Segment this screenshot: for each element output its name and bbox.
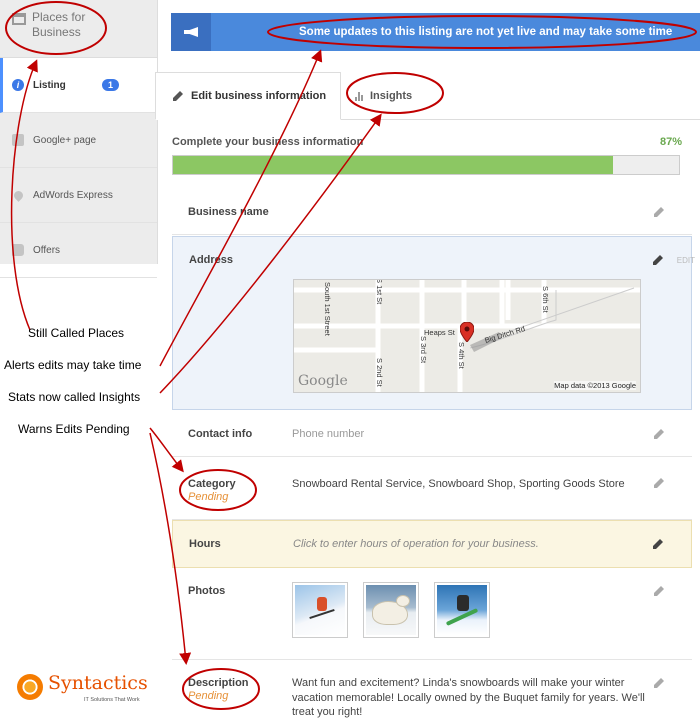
annotation-still-called-places: Still Called Places bbox=[28, 326, 125, 340]
sidebar-item-label: Offers bbox=[33, 244, 61, 256]
address-label: Address bbox=[189, 254, 234, 266]
pending-status: Pending bbox=[188, 690, 229, 702]
map-copyright: Map data ©2013 Google bbox=[554, 381, 636, 390]
pending-status: Pending bbox=[188, 491, 229, 503]
sidebar-item-label: AdWords Express bbox=[33, 189, 113, 201]
category-value: Snowboard Rental Service, Snowboard Shop… bbox=[292, 478, 625, 490]
brand-tagline: IT Solutions That Work bbox=[84, 697, 140, 703]
street-label: S 3rd St bbox=[419, 336, 428, 364]
sidebar: Places for Business i Listing 1 Google+ … bbox=[0, 0, 158, 278]
description-value: Want fun and excitement? Linda's snowboa… bbox=[292, 677, 645, 718]
sidebar-item-offers[interactable]: Offers bbox=[0, 223, 157, 278]
edit-pencil-icon[interactable] bbox=[654, 207, 664, 217]
photo-thumbnail-polar-bear[interactable] bbox=[363, 582, 419, 638]
sidebar-title: Places for Business bbox=[32, 10, 86, 39]
tab-edit-business-information[interactable]: Edit business information bbox=[155, 72, 341, 120]
google-plus-icon bbox=[12, 134, 24, 146]
photos-row[interactable]: Photos bbox=[172, 568, 692, 660]
hours-row[interactable]: Hours Click to enter hours of operation … bbox=[172, 520, 692, 568]
progress-bar bbox=[172, 155, 680, 175]
business-name-row[interactable]: Business name bbox=[172, 190, 692, 235]
edit-pencil-icon[interactable] bbox=[653, 255, 663, 265]
street-label: S 1st St bbox=[375, 279, 384, 305]
sidebar-item-adwords-express[interactable]: AdWords Express bbox=[0, 168, 157, 223]
category-row[interactable]: Category Pending Snowboard Rental Servic… bbox=[172, 458, 692, 520]
megaphone-icon bbox=[184, 27, 198, 37]
sidebar-item-google-plus-page[interactable]: Google+ page bbox=[0, 113, 157, 168]
places-logo-icon bbox=[12, 13, 26, 25]
info-icon: i bbox=[12, 79, 24, 91]
bar-chart-icon bbox=[355, 91, 363, 101]
progress-label: Complete your business information bbox=[172, 136, 364, 148]
map-marker-icon[interactable] bbox=[460, 322, 474, 342]
tab-label: Insights bbox=[370, 90, 413, 102]
contact-info-row[interactable]: Contact info Phone number bbox=[172, 411, 692, 457]
edit-pencil-icon[interactable] bbox=[654, 429, 664, 439]
progress-percent: 87% bbox=[660, 136, 683, 148]
phone-number-placeholder: Phone number bbox=[292, 428, 365, 440]
tab-insights[interactable]: Insights bbox=[345, 72, 412, 120]
alert-message: Some updates to this listing are not yet… bbox=[299, 26, 673, 38]
edit-pencil-icon[interactable] bbox=[654, 586, 664, 596]
hours-label: Hours bbox=[189, 538, 221, 550]
google-map-logo: Google bbox=[298, 373, 348, 389]
annotation-insights: Stats now called Insights bbox=[8, 390, 141, 404]
street-label: S 2nd St bbox=[375, 358, 384, 387]
edit-pencil-icon[interactable] bbox=[654, 678, 664, 688]
street-label: South 1st Street bbox=[323, 282, 332, 336]
description-row[interactable]: Description Pending Want fun and excitem… bbox=[172, 660, 692, 720]
sidebar-item-label: Google+ page bbox=[33, 134, 97, 146]
hours-placeholder[interactable]: Click to enter hours of operation for yo… bbox=[293, 538, 539, 550]
tag-icon bbox=[12, 244, 24, 256]
pending-updates-alert: Some updates to this listing are not yet… bbox=[171, 13, 700, 51]
tab-bar: Edit business information Insights bbox=[155, 72, 700, 120]
edit-pencil-icon[interactable] bbox=[653, 539, 663, 549]
description-label: Description bbox=[188, 677, 249, 689]
business-name-label: Business name bbox=[188, 206, 269, 218]
sidebar-item-listing[interactable]: i Listing 1 bbox=[0, 58, 157, 113]
map-pin-icon bbox=[11, 188, 25, 202]
address-map[interactable]: South 1st Street S 1st St S 2nd St S 3rd… bbox=[293, 279, 641, 393]
edit-pencil-icon[interactable] bbox=[654, 478, 664, 488]
address-row[interactable]: Address EDIT South 1st Street S 1st St S… bbox=[172, 236, 695, 410]
syntactics-logo: Syntactics IT Solutions That Work bbox=[14, 670, 159, 710]
category-label: Category bbox=[188, 478, 236, 490]
listing-count-badge: 1 bbox=[101, 79, 119, 91]
sidebar-header[interactable]: Places for Business bbox=[0, 0, 157, 58]
annotation-alerts-edits: Alerts edits may take time bbox=[4, 358, 142, 372]
street-label: S 4th St bbox=[457, 342, 466, 369]
sun-logo-icon bbox=[17, 674, 43, 700]
edit-link[interactable]: EDIT bbox=[677, 256, 695, 265]
progress-fill bbox=[173, 156, 614, 174]
photo-thumbnail-snowboarder[interactable] bbox=[434, 582, 490, 638]
pencil-icon bbox=[173, 91, 183, 101]
tab-label: Edit business information bbox=[191, 90, 327, 102]
street-label: Heaps St bbox=[424, 328, 455, 337]
sidebar-item-label: Listing bbox=[33, 79, 66, 91]
street-label: S 6th St bbox=[541, 286, 550, 313]
photo-thumbnail-skier[interactable] bbox=[292, 582, 348, 638]
brand-name: Syntactics bbox=[48, 672, 148, 694]
annotation-warns-pending: Warns Edits Pending bbox=[18, 422, 130, 436]
photos-label: Photos bbox=[188, 585, 226, 597]
contact-info-label: Contact info bbox=[188, 428, 253, 440]
alert-icon-box bbox=[171, 13, 211, 51]
